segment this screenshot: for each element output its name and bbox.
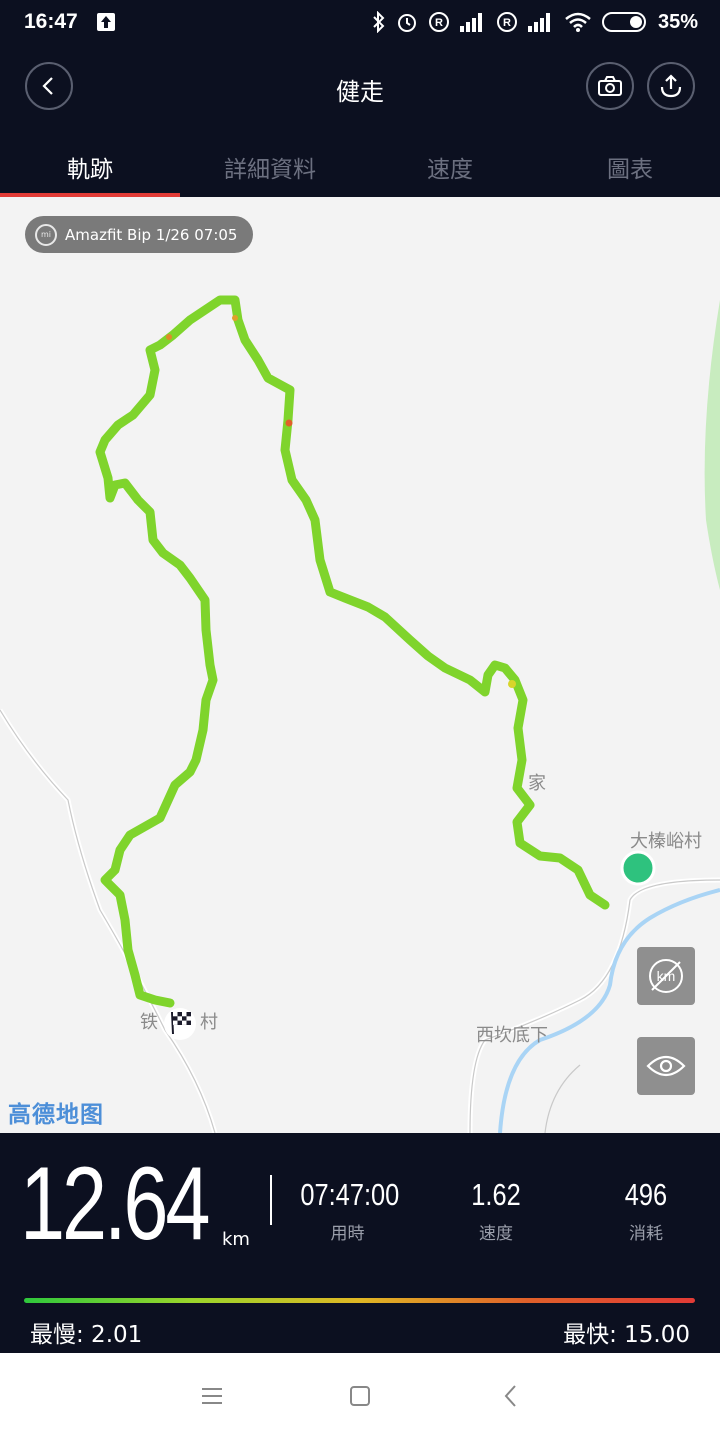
tab-track[interactable]: 軌跡 <box>0 130 180 197</box>
signal-icon <box>527 13 550 32</box>
battery-percent: 35% <box>657 10 698 33</box>
status-bar: 16:47 R R 35% <box>0 0 720 46</box>
workout-detail-screen: 16:47 R R 35% 健走 軌跡 詳細資料 速度 圖表 mi Amazfi… <box>0 0 720 1440</box>
map-provider-logo: 高德地图 <box>8 1102 104 1128</box>
svg-text:R: R <box>503 17 511 29</box>
share-button[interactable] <box>647 62 695 110</box>
mi-watch-icon: mi <box>35 223 57 246</box>
duration-stat: 07:47:00 用時 <box>290 1177 405 1244</box>
route-track <box>95 295 610 1008</box>
route-spot <box>232 315 238 321</box>
roaming-icon: R <box>496 12 517 32</box>
finish-flag-icon[interactable] <box>164 1008 196 1040</box>
km-marker-toggle-button[interactable]: km <box>637 947 695 1005</box>
map-label-village: 家 <box>528 773 546 794</box>
battery-icon <box>601 12 646 32</box>
green-area <box>704 300 720 590</box>
eye-icon <box>646 1055 686 1077</box>
map-label-village: 西坎底下 <box>476 1025 548 1046</box>
route-spot <box>166 334 172 340</box>
menu-icon <box>202 1388 222 1404</box>
route-spot <box>285 419 293 427</box>
route-spot <box>508 680 516 688</box>
distance-value: 12.64 <box>20 1146 211 1262</box>
speed-stat: 1.62 速度 <box>446 1177 546 1244</box>
tab-details[interactable]: 詳細資料 <box>180 130 360 197</box>
device-chip-text: Amazfit Bip 1/26 07:05 <box>65 225 238 244</box>
route-map[interactable]: mi Amazfit Bip 1/26 07:05 大榛峪村 西坎底下 铁 村 … <box>0 197 720 1133</box>
calories-stat: 496 消耗 <box>596 1177 696 1244</box>
menu-button[interactable] <box>197 1381 227 1411</box>
bluetooth-icon <box>373 11 385 33</box>
slowest-speed: 最慢: 2.01 <box>30 1322 143 1348</box>
device-chip: mi Amazfit Bip 1/26 07:05 <box>25 216 254 253</box>
back-nav-icon <box>504 1385 516 1407</box>
road-outline <box>469 879 720 1133</box>
calories-label: 消耗 <box>629 1224 663 1244</box>
km-toggle-icon: km <box>649 959 683 993</box>
road-outline <box>544 1064 581 1133</box>
camera-button[interactable] <box>586 62 634 110</box>
speed-label: 速度 <box>479 1224 513 1244</box>
calories-value: 496 <box>624 1177 668 1212</box>
wifi-icon <box>565 12 591 32</box>
stats-divider <box>270 1175 272 1225</box>
map-label-village: 铁 <box>140 1012 158 1033</box>
speed-value: 1.62 <box>471 1177 521 1212</box>
share-icon <box>660 74 682 98</box>
header: 健走 <box>0 46 720 130</box>
stats-panel: 12.64 km 07:47:00 用時 1.62 速度 496 消耗 最慢: … <box>0 1133 720 1353</box>
speed-gradient-bar <box>24 1298 695 1303</box>
status-icons: R R 35% <box>372 9 698 35</box>
roaming-icon: R <box>428 12 449 32</box>
camera-icon <box>598 76 622 96</box>
duration-value: 07:47:00 <box>300 1177 400 1212</box>
map-label-village: 村 <box>200 1012 218 1033</box>
road-line <box>467 877 720 1133</box>
status-time: 16:47 <box>24 10 78 33</box>
start-marker[interactable] <box>620 850 656 886</box>
upload-icon <box>97 13 115 31</box>
map-canvas <box>0 295 720 1133</box>
tab-speed[interactable]: 速度 <box>360 130 540 197</box>
duration-label: 用時 <box>330 1224 365 1244</box>
signal-icon <box>459 13 482 32</box>
fastest-speed: 最快: 15.00 <box>563 1322 690 1348</box>
home-button[interactable] <box>345 1381 375 1411</box>
visibility-toggle-button[interactable] <box>637 1037 695 1095</box>
tab-chart[interactable]: 圖表 <box>540 130 720 197</box>
distance-unit: km <box>222 1229 250 1250</box>
home-icon <box>350 1386 370 1406</box>
tab-bar: 軌跡 詳細資料 速度 圖表 <box>0 130 720 197</box>
back-nav-button[interactable] <box>496 1381 526 1411</box>
river <box>498 888 720 1133</box>
map-label-village: 大榛峪村 <box>630 831 702 852</box>
alarm-icon <box>397 14 416 32</box>
system-nav-bar <box>0 1353 720 1440</box>
svg-text:R: R <box>435 17 443 29</box>
